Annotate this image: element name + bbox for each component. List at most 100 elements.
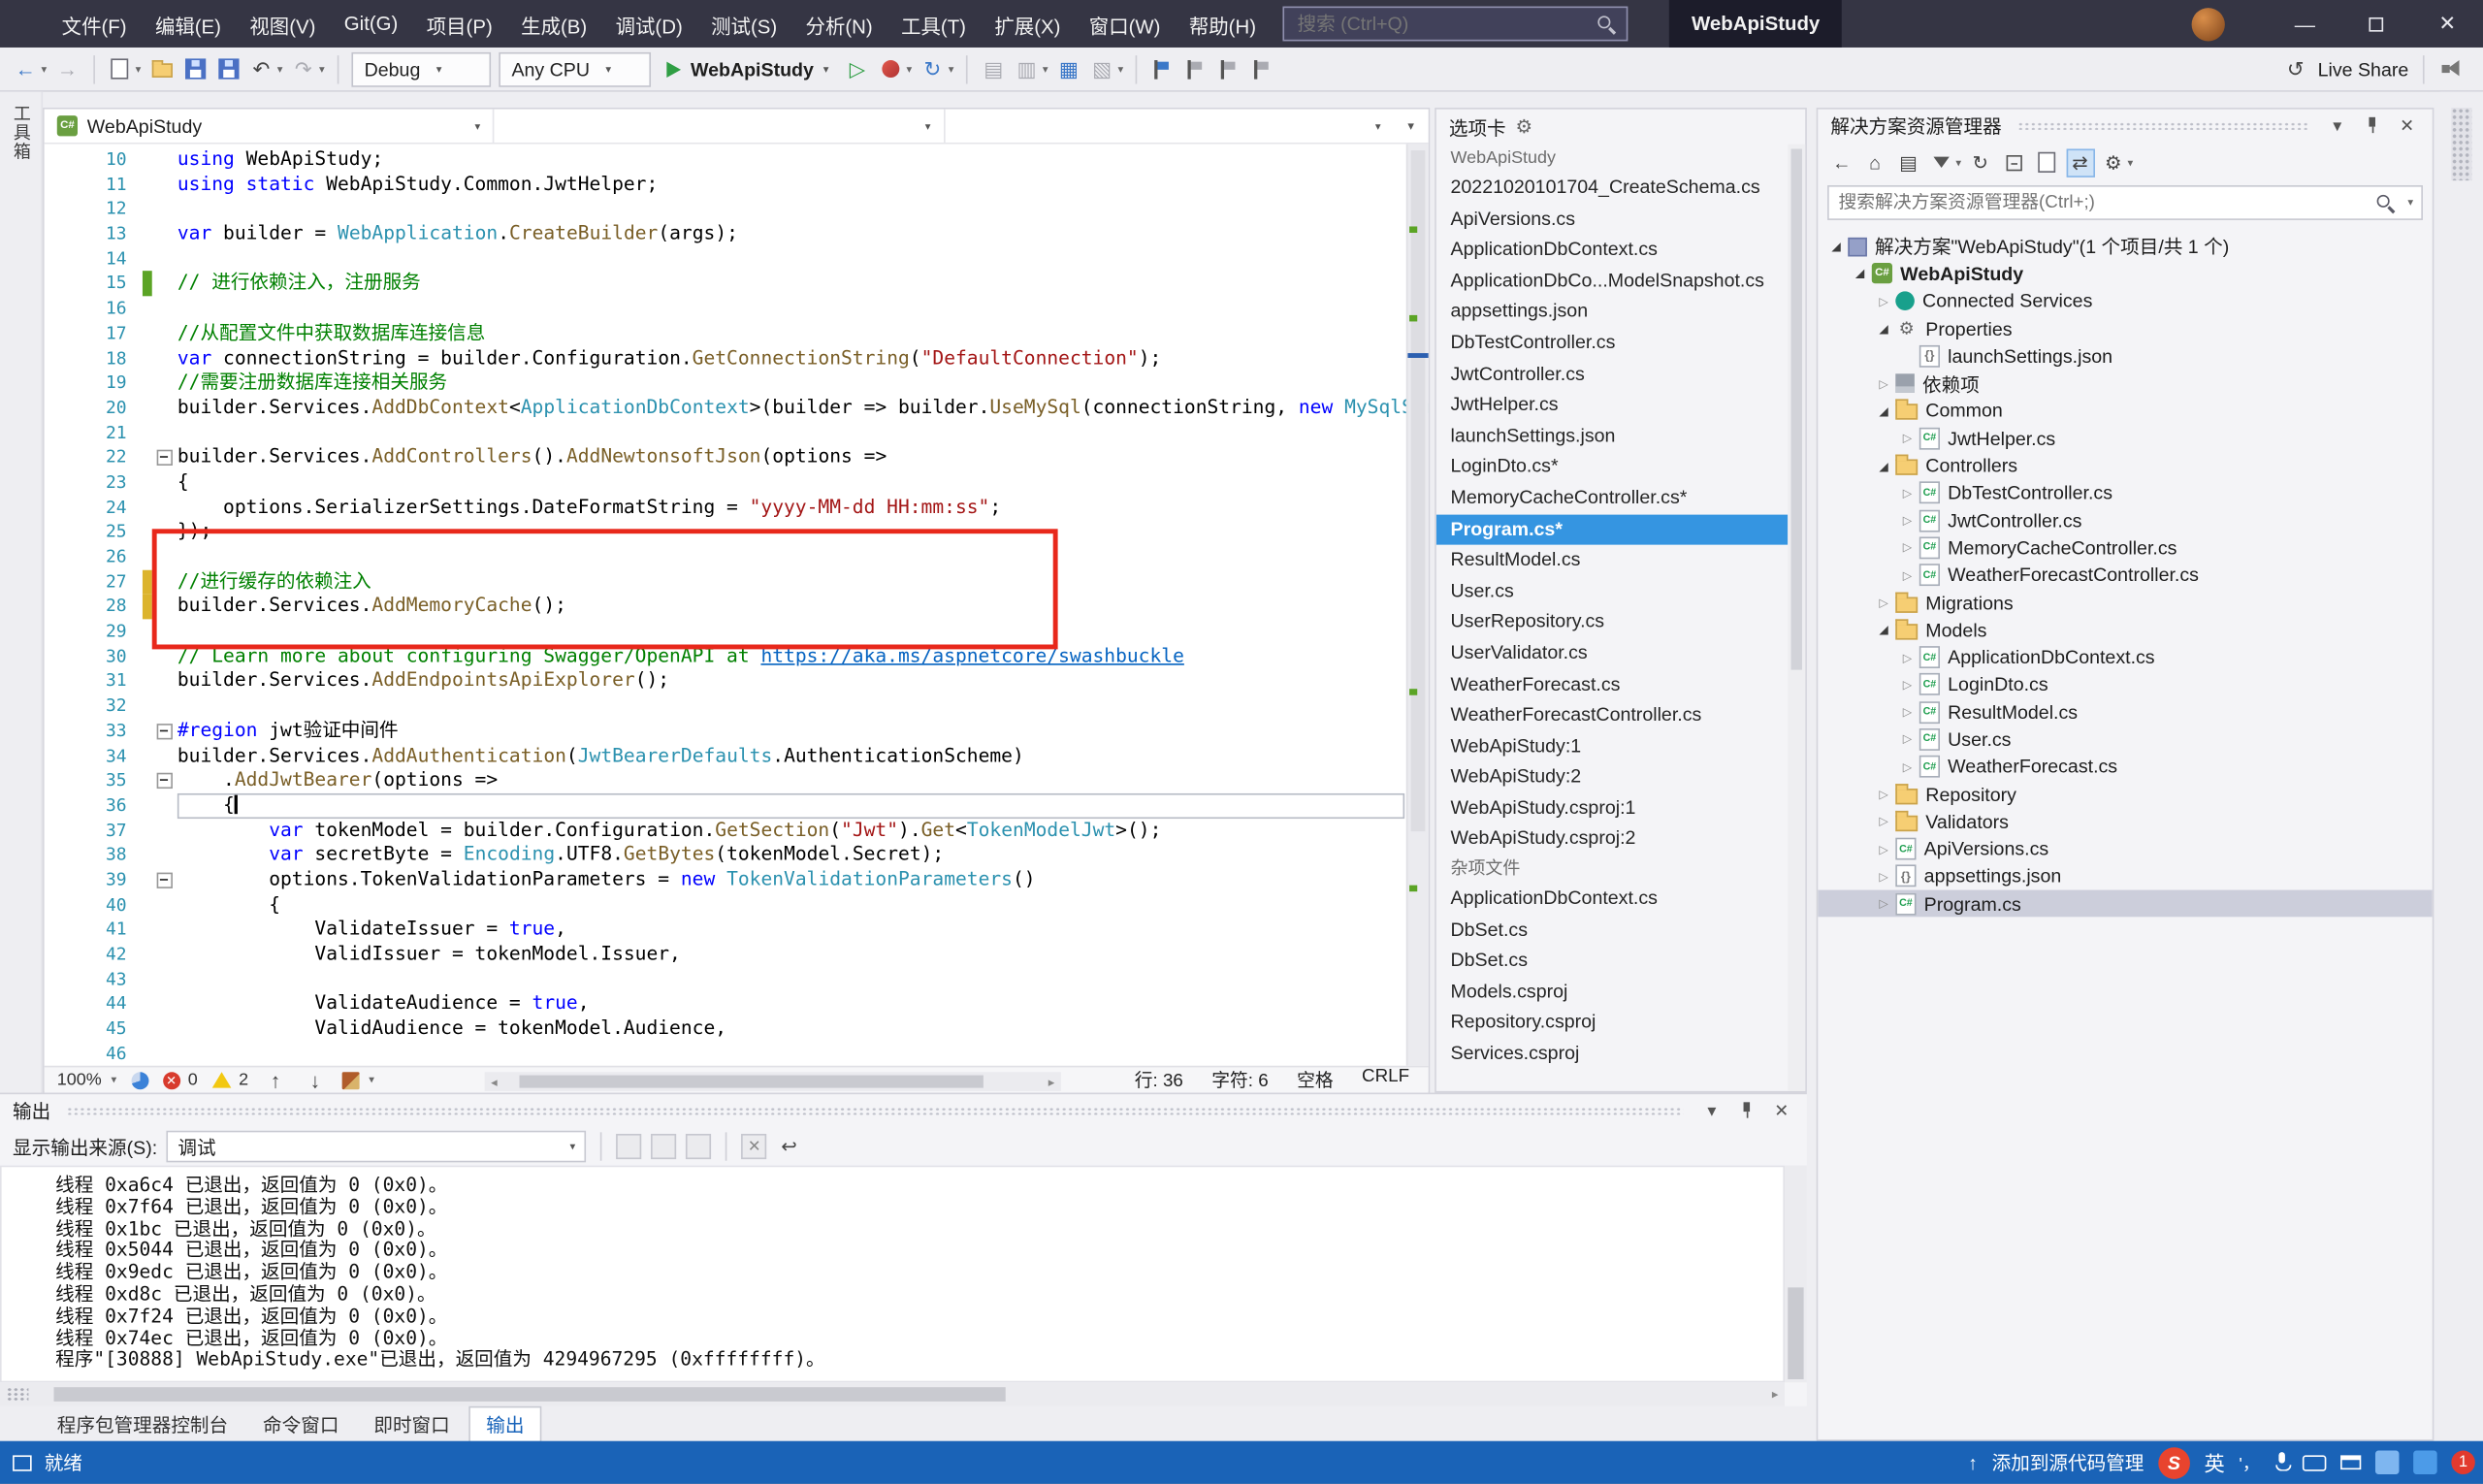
code-text[interactable]: var tokenModel = builder.Configuration.G… <box>177 818 1429 843</box>
scroll-right-icon[interactable]: ▸ <box>1042 1075 1061 1089</box>
line-number[interactable]: 40 <box>45 892 143 918</box>
toolbox-side-tab-label[interactable]: 工具箱 <box>8 105 33 1093</box>
code-line[interactable]: 41 ValidateIssuer = true, <box>45 918 1429 943</box>
menu-item[interactable]: 测试(S) <box>696 0 790 48</box>
tree-item[interactable]: ▷ C# ResultModel.cs <box>1818 698 2432 726</box>
line-number[interactable]: 10 <box>45 147 143 173</box>
line-number[interactable]: 43 <box>45 967 143 992</box>
hot-reload-icon[interactable] <box>878 54 903 82</box>
solution-search-input[interactable] <box>1828 193 2370 212</box>
tree-item[interactable]: ▷ C# WeatherForecast.cs <box>1818 754 2432 781</box>
code-text[interactable]: ValidAudience = tokenModel.Audience, <box>177 1016 1429 1042</box>
output-source-dropdown[interactable]: 调试 ▾ <box>166 1130 587 1163</box>
code-line[interactable]: 46 <box>45 1042 1429 1066</box>
open-document-item[interactable]: ApiVersions.cs <box>1436 204 1788 235</box>
line-number[interactable]: 23 <box>45 470 143 496</box>
code-line[interactable]: 24 options.SerializerSettings.DateFormat… <box>45 495 1429 520</box>
menu-item[interactable]: 文件(F) <box>48 0 141 48</box>
open-file-icon[interactable] <box>149 54 175 82</box>
ime-toolbox-icon[interactable] <box>2340 1455 2362 1470</box>
code-text[interactable] <box>177 1042 1429 1066</box>
pin-icon[interactable] <box>2360 113 2385 139</box>
open-document-item[interactable]: 20221020101704_CreateSchema.cs <box>1436 173 1788 204</box>
line-number[interactable]: 30 <box>45 644 143 669</box>
maximize-button[interactable] <box>2340 0 2411 48</box>
panel-splitter[interactable] <box>2451 108 2472 181</box>
gear-icon[interactable]: ⚙ <box>1515 115 1532 138</box>
expand-arrow-icon[interactable]: ▷ <box>1895 759 1919 774</box>
tree-item[interactable]: ▷ Connected Services <box>1818 287 2432 314</box>
soft-keyboard-icon[interactable] <box>2302 1454 2327 1470</box>
fold-toggle-icon[interactable] <box>152 719 177 744</box>
space-indicator[interactable]: 空格 <box>1297 1067 1334 1092</box>
code-text[interactable]: using WebApiStudy; <box>177 147 1429 173</box>
line-number[interactable]: 17 <box>45 321 143 346</box>
line-number[interactable]: 46 <box>45 1042 143 1066</box>
show-all-files-icon[interactable] <box>2033 148 2061 177</box>
line-number[interactable]: 12 <box>45 197 143 222</box>
expand-arrow-icon[interactable]: ▷ <box>1872 815 1895 829</box>
open-document-item[interactable]: appsettings.json <box>1436 297 1788 328</box>
toolbar-extra-icon[interactable]: ▧ <box>1089 54 1114 82</box>
code-line[interactable]: 39 options.TokenValidationParameters = n… <box>45 868 1429 893</box>
menu-item[interactable]: 项目(P) <box>412 0 506 48</box>
chevron-down-icon[interactable]: ▾ <box>1118 62 1124 75</box>
code-text[interactable]: { <box>177 470 1429 496</box>
code-line[interactable]: 11 using static WebApiStudy.Common.JwtHel… <box>45 172 1429 197</box>
line-number[interactable]: 26 <box>45 545 143 570</box>
line-number[interactable]: 41 <box>45 918 143 943</box>
scrollbar-track[interactable] <box>35 1382 1765 1405</box>
tree-item[interactable]: {} launchSettings.json <box>1818 342 2432 370</box>
tree-item[interactable]: ◢ C# WebApiStudy <box>1818 260 2432 287</box>
line-number[interactable]: 31 <box>45 669 143 694</box>
taskbar-app-icon[interactable] <box>2374 1450 2400 1474</box>
find-message-icon[interactable] <box>616 1133 642 1160</box>
previous-message-icon[interactable] <box>651 1133 677 1160</box>
code-text[interactable] <box>177 967 1429 992</box>
code-text[interactable]: builder.Services.AddDbContext<Applicatio… <box>177 396 1429 421</box>
live-share-icon[interactable]: ↺ <box>2283 54 2308 82</box>
expand-arrow-icon[interactable]: ▷ <box>1872 596 1895 610</box>
filter-icon[interactable] <box>1927 148 1955 177</box>
clear-bookmarks-icon[interactable] <box>1250 54 1275 82</box>
expand-arrow-icon[interactable]: ▷ <box>1895 732 1919 747</box>
menu-item[interactable]: 分析(N) <box>791 0 887 48</box>
line-number[interactable]: 27 <box>45 569 143 595</box>
panel-tab[interactable]: 即时窗口 <box>358 1407 466 1440</box>
tree-item[interactable]: ◢ ⚙ Properties <box>1818 315 2432 342</box>
pin-icon[interactable] <box>1734 1098 1759 1123</box>
code-line[interactable]: 34 builder.Services.AddAuthentication(Jwt… <box>45 744 1429 769</box>
collapse-arrow-icon[interactable]: ◢ <box>1872 403 1895 418</box>
drag-grip[interactable] <box>6 1387 29 1402</box>
line-number[interactable]: 15 <box>45 272 143 297</box>
output-header[interactable]: 输出 ▾ ✕ <box>0 1094 1807 1127</box>
menu-item[interactable]: 工具(T) <box>887 0 980 48</box>
code-text[interactable] <box>177 297 1429 322</box>
code-cleanup-icon[interactable] <box>341 1071 360 1089</box>
next-message-icon[interactable] <box>686 1133 712 1160</box>
tree-item[interactable]: ▷ C# WeatherForecastController.cs <box>1818 562 2432 589</box>
open-document-item[interactable]: MemoryCacheController.cs* <box>1436 483 1788 514</box>
menu-item[interactable]: Git(G) <box>330 0 412 48</box>
line-number[interactable]: 44 <box>45 992 143 1017</box>
open-document-item[interactable]: Repository.csproj <box>1436 1008 1788 1039</box>
line-number[interactable]: 24 <box>45 495 143 520</box>
line-number[interactable]: 22 <box>45 445 143 470</box>
type-dropdown[interactable]: ▾ <box>495 109 946 143</box>
redo-icon[interactable]: ↷ <box>291 54 316 82</box>
tree-item[interactable]: ▷ C# ApiVersions.cs <box>1818 835 2432 862</box>
open-document-item[interactable]: WebApiStudy:2 <box>1436 762 1788 793</box>
editor-vertical-scrollbar[interactable] <box>1405 144 1429 1066</box>
open-document-item[interactable]: Models.csproj <box>1436 977 1788 1008</box>
expand-arrow-icon[interactable]: ▷ <box>1895 513 1919 528</box>
line-number[interactable]: 29 <box>45 619 143 644</box>
code-text[interactable]: ValidIssuer = tokenModel.Issuer, <box>177 942 1429 967</box>
tabs-panel-scrollbar[interactable] <box>1788 144 1806 1091</box>
error-count[interactable]: 0 <box>188 1071 198 1090</box>
line-number[interactable]: 34 <box>45 744 143 769</box>
line-number[interactable]: 14 <box>45 246 143 272</box>
warning-icon[interactable] <box>211 1072 232 1088</box>
code-line[interactable]: 17 //从配置文件中获取数据库连接信息 <box>45 321 1429 346</box>
open-document-item[interactable]: ApplicationDbContext.cs <box>1436 884 1788 915</box>
hot-reload-caret-icon[interactable]: ▾ <box>906 62 912 75</box>
